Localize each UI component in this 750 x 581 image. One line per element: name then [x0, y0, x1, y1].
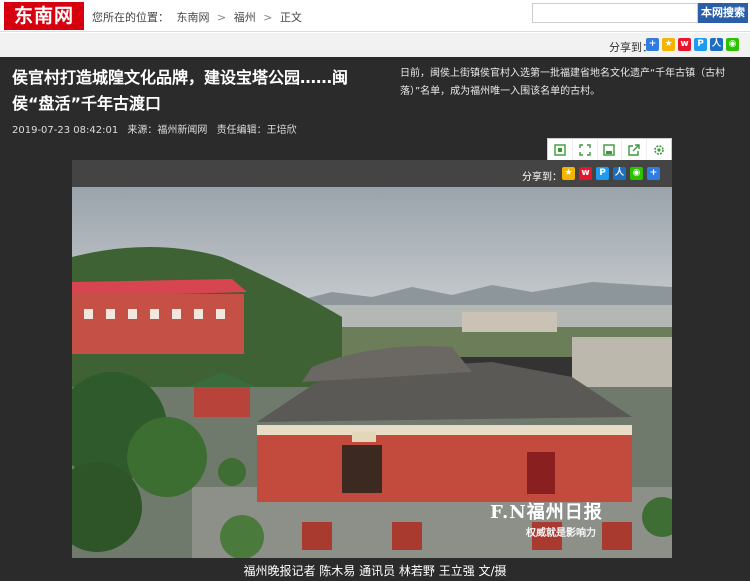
open-icon[interactable] [622, 139, 648, 161]
breadcrumb: 您所在的位置： 东南网 > 福州 > 正文 [92, 9, 306, 25]
photo-frame: 分享到： ★ w P 人 ◉ + F.N福州日报 权威就是影响力 [72, 160, 672, 558]
article-title: 侯官村打造城隍文化品牌，建设宝塔公园……闽侯“盘活”千年古渡口 [12, 68, 349, 113]
tencent-weibo-icon[interactable]: P [694, 38, 707, 51]
article-editor: 责任编辑：王培欣 [216, 125, 297, 136]
article-source: 来源：福州新闻网 [127, 125, 208, 136]
settings-icon[interactable] [647, 139, 671, 161]
share-bar: 分享到： + ★ w P 人 ◉ [0, 33, 750, 57]
qq-star-icon[interactable]: ★ [562, 167, 575, 180]
renren-icon[interactable]: 人 [710, 38, 723, 51]
article-summary: 日前，闽侯上街镇侯官村入选第一批福建省地名文化遗产“千年古镇（古村落）”名单，成… [400, 68, 726, 97]
share-icons: + ★ w P 人 ◉ [646, 38, 739, 51]
wechat-icon[interactable]: ◉ [630, 167, 643, 180]
qzone-icon[interactable]: + [646, 38, 659, 51]
photo-watermark: F.N福州日报 权威就是影响力 [490, 498, 603, 539]
qq-star-icon[interactable]: ★ [662, 38, 675, 51]
wechat-icon[interactable]: ◉ [726, 38, 739, 51]
site-logo[interactable]: 东南网 [4, 2, 84, 30]
weibo-icon[interactable]: w [678, 38, 691, 51]
photo-share-icons: ★ w P 人 ◉ + [562, 167, 660, 180]
breadcrumb-prefix: 您所在的位置： [92, 11, 169, 24]
breadcrumb-sep: > [263, 11, 273, 24]
photo-caption: 福州晚报记者 陈木易 通讯员 林若野 王立强 文/摄 [243, 564, 507, 578]
save-icon[interactable] [598, 139, 623, 161]
photo-share-label: 分享到： [522, 172, 562, 183]
tencent-weibo-icon[interactable]: P [596, 167, 609, 180]
renren-icon[interactable]: 人 [613, 167, 626, 180]
fullscreen-icon[interactable] [573, 139, 598, 161]
photo-share-bar: 分享到： ★ w P 人 ◉ + [72, 160, 672, 187]
article-meta: 2019-07-23 08:42:01 来源：福州新闻网 责任编辑：王培欣 [12, 121, 303, 136]
article-date: 2019-07-23 08:42:01 [12, 125, 119, 136]
fit-icon[interactable] [548, 139, 573, 161]
top-nav: 东南网 您所在的位置： 东南网 > 福州 > 正文 本网搜索 [0, 0, 750, 32]
watermark-brand: F.N福州日报 [490, 502, 603, 523]
breadcrumb-item-fuzhou[interactable]: 福州 [234, 11, 256, 24]
breadcrumb-item-home[interactable]: 东南网 [177, 11, 210, 24]
search-button[interactable]: 本网搜索 [698, 3, 748, 23]
watermark-slogan: 权威就是影响力 [526, 528, 596, 539]
image-toolbar [547, 138, 672, 162]
breadcrumb-sep: > [217, 11, 227, 24]
search-input[interactable] [532, 3, 698, 23]
weibo-icon[interactable]: w [579, 167, 592, 180]
qzone-icon[interactable]: + [647, 167, 660, 180]
breadcrumb-item-current: 正文 [279, 11, 302, 24]
